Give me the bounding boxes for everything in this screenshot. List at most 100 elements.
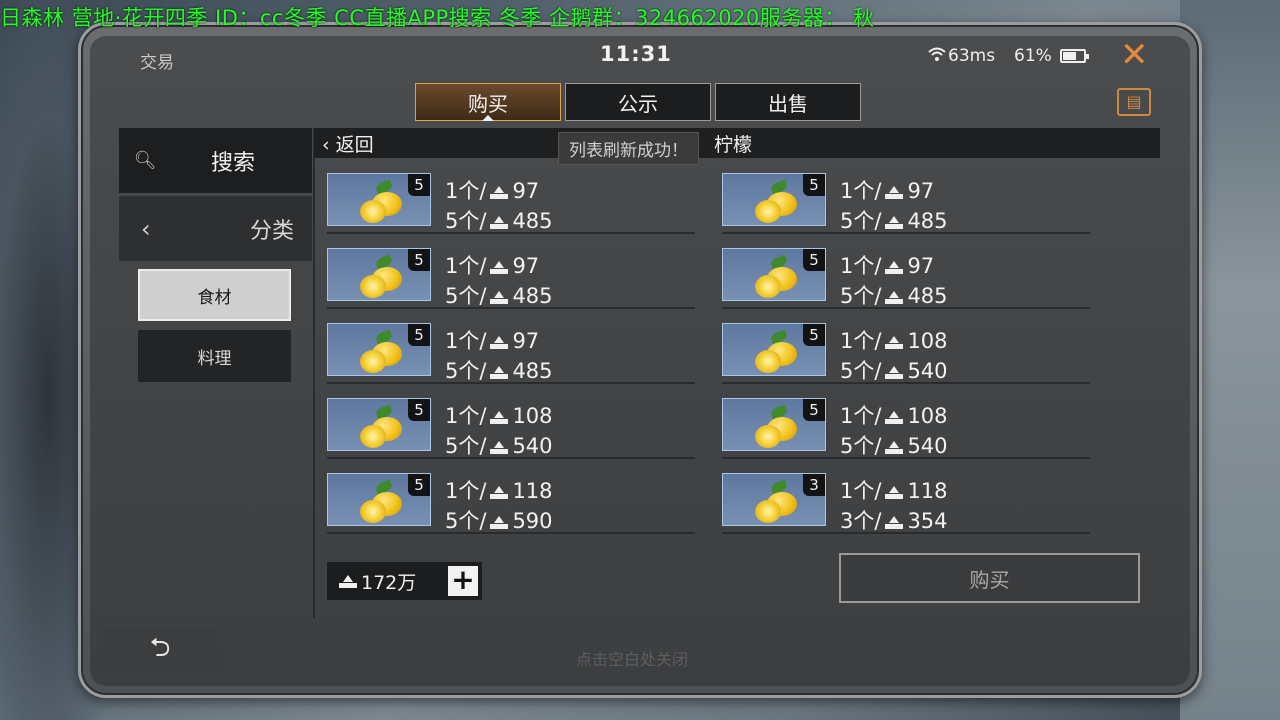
quantity-badge: 3 — [803, 474, 825, 496]
total-price: 5个/540 — [840, 434, 948, 458]
silver-icon — [883, 290, 905, 304]
unit-price: 1个/118 — [445, 479, 553, 503]
battery-icon — [1060, 49, 1089, 63]
unit-price: 1个/97 — [445, 254, 540, 278]
listing-row[interactable]: 3 1个/118 3个/354 — [722, 470, 1090, 534]
silver-icon — [883, 410, 905, 424]
silver-icon — [883, 515, 905, 529]
quantity-badge: 5 — [408, 324, 430, 346]
quantity-badge: 5 — [408, 249, 430, 271]
unit-price: 1个/118 — [840, 479, 948, 503]
listing-row[interactable]: 5 1个/97 5个/485 — [327, 320, 695, 384]
listing-row[interactable]: 5 1个/108 5个/540 — [722, 395, 1090, 459]
unit-price: 1个/97 — [445, 329, 540, 353]
lemon-icon: 5 — [327, 473, 431, 526]
silver-icon — [488, 185, 510, 199]
lemon-icon: 5 — [327, 398, 431, 451]
silver-icon — [488, 215, 510, 229]
total-price: 5个/590 — [445, 509, 553, 533]
unit-price: 1个/108 — [840, 404, 948, 428]
search-icon: 🔍︎ — [133, 150, 157, 171]
unit-price: 1个/97 — [840, 179, 935, 203]
quantity-badge: 5 — [803, 174, 825, 196]
silver-icon — [883, 335, 905, 349]
listing-row[interactable]: 5 1个/97 5个/485 — [722, 170, 1090, 234]
unit-price: 1个/97 — [840, 254, 935, 278]
silver-icon — [488, 440, 510, 454]
total-price: 5个/485 — [445, 284, 553, 308]
tab-announce[interactable]: 公示 — [565, 83, 711, 121]
unit-price: 1个/108 — [445, 404, 553, 428]
unit-price: 1个/108 — [840, 329, 948, 353]
silver-icon — [883, 485, 905, 499]
quantity-badge: 5 — [408, 474, 430, 496]
refresh-toast: 列表刷新成功！ — [558, 132, 699, 165]
silver-icon — [883, 185, 905, 199]
quantity-badge: 5 — [408, 399, 430, 421]
total-price: 5个/540 — [840, 359, 948, 383]
battery-percent: 61% — [1014, 46, 1052, 66]
close-hint: 点击空白处关闭 — [576, 650, 689, 669]
lemon-icon: 3 — [722, 473, 826, 526]
sidebar-item-dishes[interactable]: 料理 — [138, 330, 291, 382]
lemon-icon: 5 — [722, 398, 826, 451]
close-button[interactable]: ✕ — [1120, 38, 1149, 72]
list-header: ‹ 返回 柠檬 — [314, 128, 1160, 158]
back-button[interactable]: ‹ 返回 — [322, 130, 374, 157]
tab-sell[interactable]: 出售 — [715, 83, 861, 121]
back-label: 返回 — [335, 134, 374, 156]
lemon-icon: 5 — [327, 323, 431, 376]
sidebar-search[interactable]: 🔍︎ 搜索 — [119, 128, 312, 193]
clock: 11:31 — [600, 42, 672, 66]
add-silver-button[interactable]: + — [448, 566, 478, 596]
lemon-icon: 5 — [722, 323, 826, 376]
silver-icon — [488, 410, 510, 424]
buy-button[interactable]: 购买 — [839, 553, 1140, 603]
listing-row[interactable]: 5 1个/118 5个/590 — [327, 470, 695, 534]
wifi-icon — [928, 46, 946, 67]
search-label: 搜索 — [211, 150, 256, 176]
category-label: 分类 — [249, 218, 294, 244]
unit-price: 1个/97 — [445, 179, 540, 203]
total-price: 5个/540 — [445, 434, 553, 458]
silver-icon — [883, 440, 905, 454]
silver-icon — [488, 335, 510, 349]
total-price: 5个/485 — [840, 284, 948, 308]
balance-value: 172万 — [361, 571, 417, 594]
tab-buy[interactable]: 购买 — [415, 83, 561, 121]
silver-icon — [337, 574, 359, 588]
sidebar-item-ingredients[interactable]: 食材 — [138, 269, 291, 321]
trade-screen: 交易 11:31 63ms 61% ✕ 购买 公示 出售 ▤ 🔍︎ 搜索 ‹ 分… — [90, 36, 1190, 686]
clipboard-icon[interactable]: ▤ — [1117, 88, 1151, 116]
total-price: 5个/485 — [445, 209, 553, 233]
listing-row[interactable]: 5 1个/97 5个/485 — [327, 170, 695, 234]
sidebar-category[interactable]: ‹ 分类 — [119, 196, 312, 261]
silver-icon — [883, 365, 905, 379]
quantity-badge: 5 — [408, 174, 430, 196]
lemon-icon: 5 — [327, 248, 431, 301]
silver-icon — [488, 365, 510, 379]
trade-tabs: 购买 公示 出售 — [415, 83, 861, 121]
silver-icon — [488, 485, 510, 499]
total-price: 5个/485 — [445, 359, 553, 383]
lemon-icon: 5 — [722, 248, 826, 301]
silver-balance: 172万 + — [327, 562, 482, 600]
silver-icon — [488, 260, 510, 274]
listing-row[interactable]: 5 1个/108 5个/540 — [327, 395, 695, 459]
silver-icon — [488, 290, 510, 304]
quantity-badge: 5 — [803, 249, 825, 271]
silver-icon — [883, 260, 905, 274]
quantity-badge: 5 — [803, 399, 825, 421]
listing-row[interactable]: 5 1个/97 5个/485 — [722, 245, 1090, 309]
return-button[interactable]: ⮌ — [98, 627, 222, 675]
chevron-left-icon: ‹ — [141, 214, 151, 243]
total-price: 5个/485 — [840, 209, 948, 233]
listing-row[interactable]: 5 1个/97 5个/485 — [327, 245, 695, 309]
total-price: 3个/354 — [840, 509, 948, 533]
lemon-icon: 5 — [327, 173, 431, 226]
item-name: 柠檬 — [714, 134, 753, 156]
screen-title: 交易 — [140, 53, 174, 73]
stream-ticker: 日森林 营地·花开四季 ID：cc冬季 CC直播APP搜索 冬季 企鹅群：324… — [0, 6, 875, 30]
listing-row[interactable]: 5 1个/108 5个/540 — [722, 320, 1090, 384]
ping-value: 63ms — [948, 46, 996, 66]
